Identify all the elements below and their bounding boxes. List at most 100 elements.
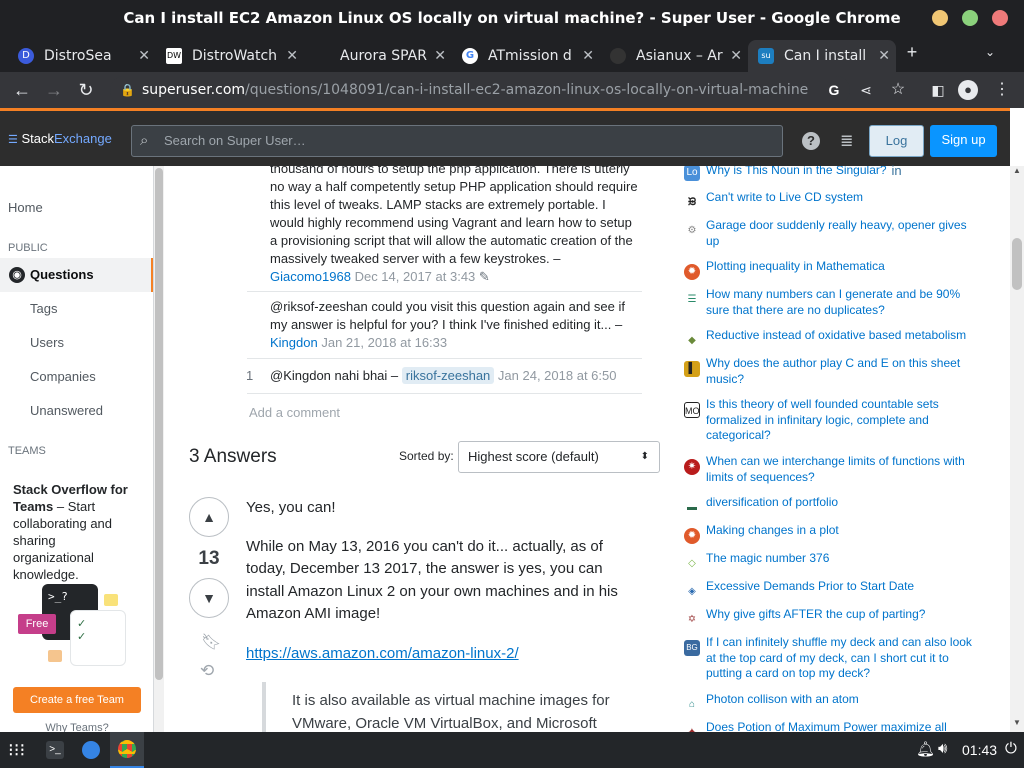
clock[interactable]: 01:43 [962,742,997,758]
scroll-down-arrow-icon[interactable]: ▼ [1013,718,1021,727]
create-team-button[interactable]: Create a free Team [13,687,141,713]
google-lens-icon[interactable]: G [824,80,844,100]
hot-question-link[interactable]: diversification of portfolio [706,495,976,511]
minimize-button[interactable] [932,10,948,26]
hot-question-link[interactable]: Photon collison with an atom [706,692,976,708]
add-comment-link[interactable]: Add a comment [249,405,340,420]
close-tab-icon[interactable]: ✕ [730,40,742,72]
stackexchange-logo-icon: ☰ [8,134,18,146]
back-arrow-icon[interactable]: ← [12,80,32,100]
comment-timestamp[interactable]: Jan 24, 2018 at 6:50 [498,368,617,383]
history-icon[interactable]: ⟲ [200,661,214,681]
close-tab-icon[interactable]: ✕ [878,40,890,72]
comment-timestamp[interactable]: Jan 21, 2018 at 16:33 [321,335,447,350]
hot-question-link[interactable]: Making changes in a plot [706,523,976,539]
teams-promo: Stack Overflow for Teams – Start collabo… [13,481,138,583]
downvote-button[interactable]: ▼ [189,578,229,618]
amazon-linux-2-link[interactable]: https://aws.amazon.com/amazon-linux-2/ [246,645,519,662]
hot-question-link[interactable]: Does Potion of Maximum Power maximize al… [706,720,976,732]
chrome-logo-icon [118,740,136,758]
share-icon[interactable]: ⋖ [856,80,876,100]
hot-question-link[interactable]: Plotting inequality in Mathematica [706,259,976,275]
answer-paragraph: While on May 13, 2016 you can't do it...… [246,537,618,623]
blockquote-text: It is also available as virtual machine … [292,692,610,732]
tab-distrosea[interactable]: D DistroSea ✕ [8,40,156,72]
nav-questions[interactable]: ◉ Questions [0,258,153,292]
volume-icon[interactable]: 🔊︎ [938,740,947,757]
sort-select[interactable]: Highest score (default) ⬍ [458,441,660,473]
hot-question-link[interactable]: When can we interchange limits of functi… [706,454,976,485]
scrollbar-thumb[interactable] [155,168,163,680]
hot-question-link[interactable]: If I can infinitely shuffle my deck and … [706,635,976,682]
side-panel-icon[interactable]: ◧ [928,80,948,100]
left-sidebar: Home PUBLIC ◉ Questions Tags Users Compa… [0,166,154,732]
scrollbar-thumb[interactable] [1012,238,1022,290]
nav-tags[interactable]: Tags [30,301,57,316]
bookmark-icon[interactable]: 🔖︎ [201,632,221,652]
maximize-button[interactable] [962,10,978,26]
answers-count-heading: 3 Answers [189,446,277,467]
nav-users[interactable]: Users [30,335,64,350]
comment-user-link[interactable]: riksof-zeeshan [401,367,495,384]
close-window-button[interactable] [992,10,1008,26]
hot-question-link[interactable]: Excessive Demands Prior to Start Date [706,579,976,595]
nav-unanswered[interactable]: Unanswered [30,403,103,418]
notification-bell-icon[interactable]: 🔔︎ [916,740,935,758]
reload-icon[interactable]: ↻ [76,80,96,100]
terminal-app-icon[interactable]: >_ [46,741,64,759]
browser-app-icon[interactable] [82,741,100,759]
close-tab-icon[interactable]: ✕ [582,40,594,72]
search-placeholder: Search on Super User… [164,133,306,148]
chrome-menu-icon[interactable]: ⋮ [992,80,1012,100]
hot-question-link[interactable]: How many numbers can I generate and be 9… [706,287,976,318]
scroll-up-arrow-icon[interactable]: ▲ [1013,166,1021,175]
help-icon[interactable]: ? [802,132,820,150]
tab-search-chevron-icon[interactable]: ⌄ [980,42,1000,62]
page-scrollbar[interactable]: ▲ ▼ [1010,166,1024,732]
signup-button[interactable]: Sign up [930,125,997,157]
comment-text: thousand of hours to setup the php appli… [270,166,638,266]
comment-user-link[interactable]: Giacomo1968 [270,269,351,284]
sorted-by-label: Sorted by: [399,449,454,463]
close-tab-icon[interactable]: ✕ [138,40,150,72]
superuser-favicon-icon: su [758,48,774,64]
forward-arrow-icon[interactable]: → [44,80,64,100]
left-sidebar-scrollbar[interactable] [154,166,164,732]
url-field[interactable]: 🔒 superuser.com/questions/1048091/can-i-… [110,76,850,104]
hot-question-link[interactable]: The magic number 376 [706,551,976,567]
distrowatch-favicon-icon: DW [166,48,182,64]
tab-asianux[interactable]: Asianux – Ar ✕ [600,40,748,72]
bookmark-star-icon[interactable]: ☆ [888,80,908,100]
music-icon: ▌ [684,361,700,377]
login-button[interactable]: Log in [869,125,924,178]
tab-aurora[interactable]: Aurora SPAR ✕ [304,40,452,72]
comment-timestamp[interactable]: Dec 14, 2017 at 3:43 [355,269,476,284]
hot-question-link[interactable]: Reductive instead of oxidative based met… [706,328,976,344]
hot-question-link[interactable]: Why give gifts AFTER the cup of parting? [706,607,976,623]
new-tab-plus-icon[interactable]: + [902,42,922,62]
close-tab-icon[interactable]: ✕ [286,40,298,72]
stackexchange-logo[interactable]: ☰ StackExchange [8,131,112,146]
hot-question-link[interactable]: Why does the author play C and E on this… [706,356,976,387]
checklist-illustration-icon: ✓ ✓ [70,610,126,666]
profile-avatar-icon[interactable]: ● [958,80,978,100]
tab-atmission[interactable]: G ATmission d ✕ [452,40,600,72]
power-icon[interactable]: ⏻ [1005,740,1017,757]
hot-question-link[interactable]: Garage door suddenly really heavy, opene… [706,218,976,249]
hot-question-link[interactable]: Why is This Noun in the Singular? [706,166,976,179]
hot-question-link[interactable]: Can't write to Live CD system [706,190,976,206]
close-tab-icon[interactable]: ✕ [434,40,446,72]
tab-distrowatch[interactable]: DW DistroWatch ✕ [156,40,304,72]
why-teams-link[interactable]: Why Teams? [0,722,153,732]
chrome-app-icon[interactable] [110,732,144,768]
site-search-input[interactable]: ⌕ Search on Super User… [131,125,783,157]
nav-home[interactable]: Home [8,200,43,215]
comment-user-link[interactable]: Kingdon [270,335,318,350]
tab-label: DistroSea [44,48,112,64]
hot-question-link[interactable]: Is this theory of well founded countable… [706,397,976,444]
upvote-button[interactable]: ▲ [189,497,229,537]
nav-companies[interactable]: Companies [30,369,96,384]
site-switcher-icon[interactable]: ≣ [840,131,853,151]
app-grid-icon[interactable]: ⁝⁝⁝ [8,740,25,761]
tab-superuser-active[interactable]: su Can I install ✕ [748,40,896,72]
